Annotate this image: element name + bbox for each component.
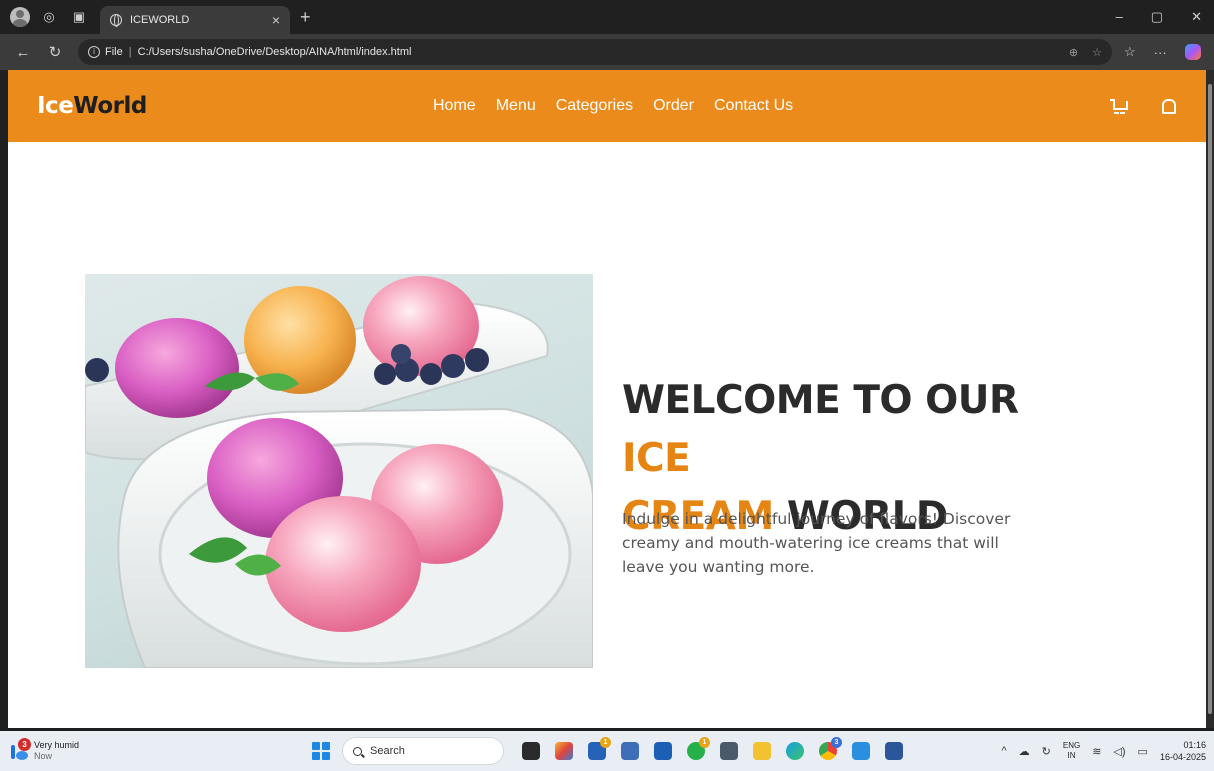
hero-title-accent-ice: ICE bbox=[622, 436, 691, 481]
clock-date: 16-04-2025 bbox=[1159, 752, 1206, 762]
site-logo[interactable]: IceWorld bbox=[37, 93, 147, 119]
taskbar-search[interactable]: Search bbox=[342, 737, 504, 765]
left-gutter bbox=[0, 70, 8, 728]
chrome-icon[interactable]: 3 bbox=[819, 737, 842, 760]
vscode-icon[interactable] bbox=[852, 742, 870, 760]
profile-avatar[interactable] bbox=[10, 7, 30, 27]
address-url: C:/Users/susha/OneDrive/Desktop/AINA/htm… bbox=[137, 46, 412, 58]
copilot-icon[interactable] bbox=[1184, 44, 1201, 60]
copilot-app-icon[interactable] bbox=[555, 742, 573, 760]
search-label: Search bbox=[370, 745, 405, 757]
file-explorer-icon[interactable] bbox=[753, 742, 771, 760]
workspaces-icon[interactable]: ◎ bbox=[38, 6, 60, 28]
weather-badge: 3 bbox=[18, 738, 31, 751]
more-menu-icon[interactable]: ··· bbox=[1154, 45, 1167, 60]
main-nav: Home Menu Categories Order Contact Us bbox=[433, 70, 793, 142]
scrollbar-thumb[interactable] bbox=[1208, 84, 1212, 714]
address-separator: | bbox=[128, 46, 132, 58]
favorites-icon[interactable]: ☆ bbox=[1124, 44, 1136, 60]
nav-home[interactable]: Home bbox=[433, 97, 476, 115]
windows-taskbar: 3 Very humid Now Search 1 1 3 ^ ☁ ↻ ENG … bbox=[0, 731, 1214, 771]
ice-cream-illustration bbox=[85, 276, 593, 668]
tab-close-icon[interactable]: × bbox=[272, 12, 280, 28]
bell-icon[interactable] bbox=[1158, 97, 1176, 115]
hero-title-part1: WELCOME TO OUR bbox=[622, 378, 1019, 423]
word-icon[interactable] bbox=[885, 742, 903, 760]
weather-text: Very humid Now bbox=[34, 740, 79, 762]
site-header: IceWorld Home Menu Categories Order Cont… bbox=[8, 70, 1206, 142]
cart-icon[interactable] bbox=[1110, 97, 1128, 115]
wifi-icon[interactable]: ≋ bbox=[1092, 745, 1101, 758]
weather-widget[interactable]: 3 Very humid Now bbox=[10, 738, 79, 762]
language-code: ENG bbox=[1062, 741, 1081, 750]
tab-actions-icon[interactable]: ▣ bbox=[68, 6, 90, 28]
tab-title: ICEWORLD bbox=[130, 14, 190, 26]
store-icon[interactable] bbox=[654, 742, 672, 760]
language-region: IN bbox=[1067, 751, 1076, 760]
minimize-button[interactable]: – bbox=[1116, 9, 1123, 25]
system-tray: ^ ☁ ↻ ENG IN ≋ ◁) ▭ 01:16 16-04-2025 bbox=[1001, 731, 1206, 771]
tray-overflow-icon[interactable]: ^ bbox=[1001, 745, 1006, 757]
address-bar[interactable]: i File | C:/Users/susha/OneDrive/Desktop… bbox=[78, 39, 1112, 65]
weather-icon: 3 bbox=[10, 738, 31, 761]
nav-categories[interactable]: Categories bbox=[556, 97, 633, 115]
info-icon[interactable]: i bbox=[88, 46, 100, 58]
back-arrow-icon[interactable]: ← bbox=[14, 44, 32, 61]
browser-tab-bar: ◎ ▣ ICEWORLD × + – ▢ ✕ bbox=[0, 0, 1214, 34]
onedrive-icon[interactable]: ☁ bbox=[1019, 745, 1030, 758]
hero-ice-cream-image bbox=[85, 274, 593, 668]
page-viewport: IceWorld Home Menu Categories Order Cont… bbox=[8, 70, 1206, 728]
toolbar-right: ☆ ··· bbox=[1124, 44, 1201, 60]
nav-menu[interactable]: Menu bbox=[496, 97, 536, 115]
header-icons bbox=[1110, 70, 1176, 142]
hero-description: Indulge in a delightful journey of flavo… bbox=[622, 510, 1011, 576]
refresh-icon[interactable]: ↻ bbox=[46, 43, 64, 61]
new-tab-button[interactable]: + bbox=[300, 7, 311, 28]
nav-contact-us[interactable]: Contact Us bbox=[714, 97, 793, 115]
page-scrollbar[interactable] bbox=[1206, 70, 1214, 728]
maximize-button[interactable]: ▢ bbox=[1151, 9, 1163, 25]
windows-start-icon[interactable] bbox=[312, 742, 330, 760]
search-icon bbox=[353, 746, 362, 756]
favorite-star-icon[interactable]: ☆ bbox=[1092, 46, 1102, 59]
address-bar-row: ← ↻ i File | C:/Users/susha/OneDrive/Des… bbox=[0, 34, 1214, 70]
address-prefix: File bbox=[105, 46, 123, 58]
edge-icon[interactable] bbox=[786, 742, 804, 760]
address-right-icons: ⊕ ☆ bbox=[1069, 46, 1102, 59]
pinned-apps: 1 1 3 bbox=[522, 737, 903, 760]
screen: ◎ ▣ ICEWORLD × + – ▢ ✕ ← ↻ i File | C:/U… bbox=[0, 0, 1214, 771]
clock[interactable]: 01:16 16-04-2025 bbox=[1160, 739, 1206, 763]
globe-icon bbox=[110, 14, 122, 27]
language-indicator[interactable]: ENG IN bbox=[1063, 741, 1080, 761]
notes-app-icon[interactable] bbox=[621, 742, 639, 760]
weather-time: Now bbox=[34, 751, 53, 761]
sync-icon[interactable]: ↻ bbox=[1042, 745, 1051, 758]
browser-tab[interactable]: ICEWORLD × bbox=[100, 6, 290, 34]
battery-icon[interactable]: ▭ bbox=[1138, 745, 1148, 758]
whatsapp-icon[interactable]: 1 bbox=[687, 737, 710, 760]
task-view-icon[interactable] bbox=[522, 742, 540, 760]
nav-order[interactable]: Order bbox=[653, 97, 694, 115]
window-controls: – ▢ ✕ bbox=[1116, 9, 1214, 25]
logo-world: World bbox=[73, 93, 147, 119]
zoom-icon[interactable]: ⊕ bbox=[1069, 46, 1078, 59]
app-icon-with-badge[interactable]: 1 bbox=[588, 737, 611, 760]
taskbar-center: Search 1 1 3 bbox=[312, 731, 903, 771]
weather-condition: Very humid bbox=[34, 740, 80, 750]
clock-time: 01:16 bbox=[1183, 740, 1206, 750]
logo-ice: Ice bbox=[37, 93, 74, 119]
close-window-button[interactable]: ✕ bbox=[1191, 9, 1202, 25]
calculator-icon[interactable] bbox=[720, 742, 738, 760]
volume-icon[interactable]: ◁) bbox=[1113, 745, 1125, 758]
